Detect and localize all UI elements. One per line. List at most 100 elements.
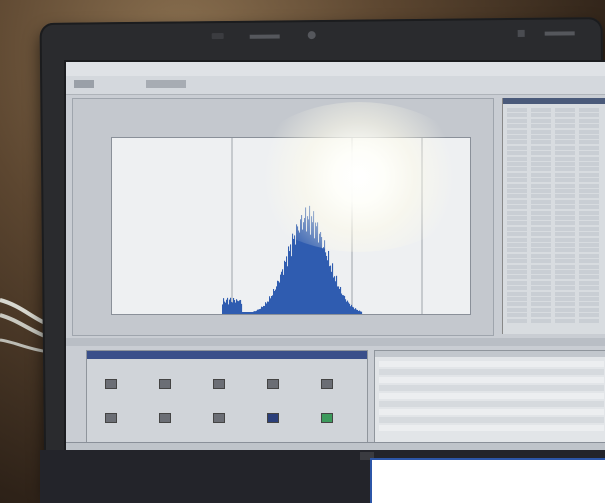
histogram-bar [343, 295, 345, 314]
grid-cell [531, 248, 551, 253]
toolbar [66, 76, 605, 95]
grid-cell [531, 108, 551, 112]
histogram-bar [271, 295, 273, 314]
histogram-bar [261, 306, 263, 314]
grid-cell [555, 221, 575, 226]
camera-icon[interactable] [321, 379, 333, 389]
camera-icon[interactable] [213, 413, 225, 423]
grid-cell [531, 124, 551, 129]
histogram-bar [284, 260, 286, 314]
histogram-bar [224, 301, 226, 314]
table-row [379, 377, 604, 383]
histogram-bar [240, 299, 242, 314]
grid-cell [507, 156, 527, 161]
grid-cell [531, 318, 551, 323]
bezel-label-right [544, 31, 575, 36]
histogram-bar [244, 312, 246, 314]
results-table-panel [374, 350, 605, 444]
grid-cell [555, 210, 575, 215]
grid-cell [507, 259, 527, 264]
grid-cell [579, 183, 599, 188]
histogram-bar [360, 311, 362, 314]
histogram-bar [321, 237, 323, 314]
grid-cell [579, 210, 599, 215]
histogram-bar [358, 311, 360, 314]
histogram-bar [353, 307, 355, 314]
histogram-bar [290, 244, 292, 314]
histogram-bar [251, 312, 253, 314]
camera-icon[interactable] [159, 413, 171, 423]
histogram-bar [238, 301, 240, 314]
grid-cell [531, 216, 551, 220]
grid-cell [507, 124, 527, 129]
grid-cell [531, 162, 551, 166]
toolbar-button[interactable] [74, 80, 94, 88]
grid-cell [531, 135, 551, 139]
grid-cell [531, 167, 551, 172]
histogram-bar [356, 309, 358, 314]
histogram-bar [341, 293, 343, 314]
grid-cell [579, 113, 599, 118]
histogram-bar [350, 306, 352, 314]
grid-cell [555, 313, 575, 318]
data-grid-panel[interactable] [502, 98, 605, 334]
grid-cell [579, 167, 599, 172]
toolbar-button[interactable] [146, 80, 186, 88]
histogram-bar [278, 281, 280, 314]
histogram-bar [339, 288, 341, 314]
histogram-bar [250, 312, 252, 314]
histogram-bar [333, 277, 335, 314]
histogram-bar [347, 300, 349, 314]
camera-icon[interactable] [159, 379, 171, 389]
histogram-bar [267, 301, 269, 314]
histogram-bar [331, 271, 333, 314]
grid-cell [555, 145, 575, 150]
histogram-bar [294, 235, 296, 314]
camera-icon[interactable] [213, 379, 225, 389]
camera-icon[interactable] [321, 413, 333, 423]
grid-cell [555, 178, 575, 183]
histogram-bar [239, 300, 241, 314]
menu-bar [66, 62, 605, 76]
grid-cell [579, 124, 599, 129]
histogram-bar [325, 252, 327, 314]
grid-cell [579, 248, 599, 253]
grid-cell [507, 264, 527, 269]
grid-cell [531, 286, 551, 291]
histogram-bar [314, 238, 316, 314]
camera-icon[interactable] [105, 379, 117, 389]
grid-cell [579, 140, 599, 145]
grid-cell [555, 226, 575, 231]
grid-cell [579, 302, 599, 307]
histogram-bar [344, 295, 346, 314]
grid-header [503, 98, 605, 104]
grid-cell [555, 108, 575, 112]
histogram-bar [252, 312, 254, 314]
histogram-bar [357, 309, 359, 314]
grid-cell [531, 275, 551, 280]
histogram-bar [323, 247, 325, 314]
histogram-bar [255, 311, 257, 314]
device-panel-title-bar [87, 351, 367, 359]
grid-cell [579, 205, 599, 210]
grid-cell [531, 264, 551, 269]
grid-cell [531, 156, 551, 161]
bezel-button-icon [211, 33, 224, 40]
grid-cell [507, 280, 527, 285]
grid-cell [507, 232, 527, 237]
grid-cell [507, 167, 527, 172]
grid-cell [531, 172, 551, 177]
grid-cell [579, 237, 599, 242]
grid-cell [579, 286, 599, 291]
camera-icon[interactable] [267, 413, 279, 423]
grid-cell [555, 318, 575, 323]
plot-scrollbar[interactable] [66, 338, 605, 346]
grid-cell [555, 275, 575, 280]
camera-icon[interactable] [267, 379, 279, 389]
grid-cell [507, 226, 527, 231]
grid-cell [507, 135, 527, 139]
histogram-bar [237, 300, 239, 314]
camera-icon[interactable] [105, 413, 117, 423]
grid-cell [579, 318, 599, 323]
grid-cell [555, 280, 575, 285]
